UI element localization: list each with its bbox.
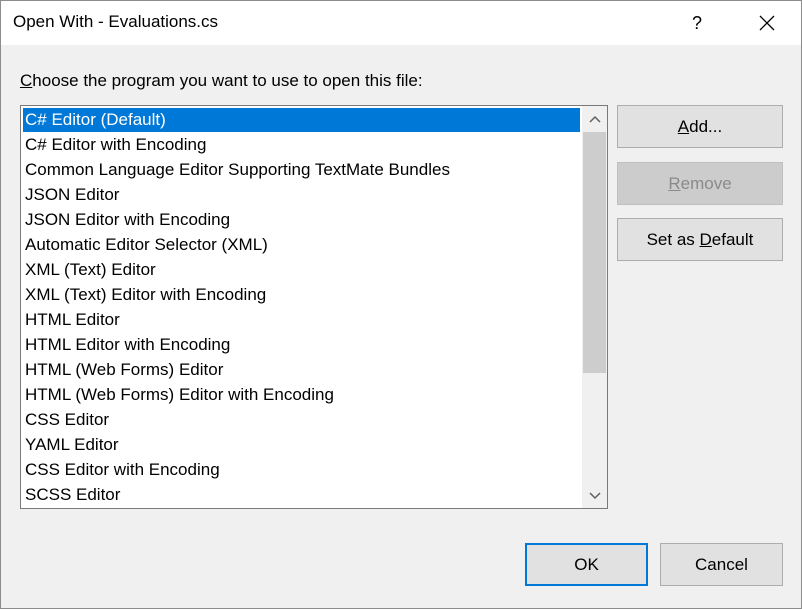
- ok-button[interactable]: OK: [525, 543, 648, 586]
- chevron-down-icon: [588, 491, 601, 499]
- window-title: Open With - Evaluations.cs: [13, 12, 219, 31]
- help-icon: ?: [691, 12, 702, 33]
- list-item[interactable]: HTML (Web Forms) Editor with Encoding: [23, 383, 580, 407]
- close-button[interactable]: [741, 1, 793, 45]
- prompt-label: Choose the program you want to use to op…: [20, 71, 423, 91]
- list-item[interactable]: HTML Editor with Encoding: [23, 333, 580, 357]
- list-item[interactable]: Common Language Editor Supporting TextMa…: [23, 158, 580, 182]
- open-with-dialog: Open With - Evaluations.cs ? Choose the …: [0, 0, 802, 609]
- remove-button[interactable]: Remove: [617, 162, 783, 205]
- vertical-scrollbar[interactable]: [582, 106, 607, 508]
- list-item[interactable]: YAML Editor: [23, 433, 580, 457]
- scroll-thumb[interactable]: [583, 132, 606, 373]
- add-button[interactable]: Add...: [617, 105, 783, 148]
- scroll-down-button[interactable]: [582, 483, 607, 508]
- list-item[interactable]: CSS Editor: [23, 408, 580, 432]
- list-item[interactable]: HTML (Web Forms) Editor: [23, 358, 580, 382]
- list-item[interactable]: CSS Editor with Encoding: [23, 458, 580, 482]
- list-item[interactable]: Automatic Editor Selector (XML): [23, 233, 580, 257]
- list-item[interactable]: C# Editor (Default): [23, 108, 580, 132]
- list-item[interactable]: C# Editor with Encoding: [23, 133, 580, 157]
- set-as-default-button[interactable]: Set as Default: [617, 218, 783, 261]
- list-item[interactable]: HTML Editor: [23, 308, 580, 332]
- program-list[interactable]: C# Editor (Default) C# Editor with Encodi…: [20, 105, 608, 509]
- prompt-mnemonic: C: [20, 71, 33, 90]
- list-item[interactable]: XML (Text) Editor: [23, 258, 580, 282]
- close-icon: [759, 15, 775, 31]
- help-button[interactable]: ?: [673, 1, 721, 45]
- list-item[interactable]: JSON Editor with Encoding: [23, 208, 580, 232]
- prompt-text: hoose the program you want to use to ope…: [32, 71, 423, 90]
- title-bar: Open With - Evaluations.cs ?: [1, 1, 801, 45]
- scroll-up-button[interactable]: [582, 106, 607, 131]
- list-item[interactable]: JSON Editor: [23, 183, 580, 207]
- chevron-up-icon: [588, 115, 601, 123]
- list-item[interactable]: SCSS Editor: [23, 483, 580, 507]
- cancel-button[interactable]: Cancel: [660, 543, 783, 586]
- list-item[interactable]: XML (Text) Editor with Encoding: [23, 283, 580, 307]
